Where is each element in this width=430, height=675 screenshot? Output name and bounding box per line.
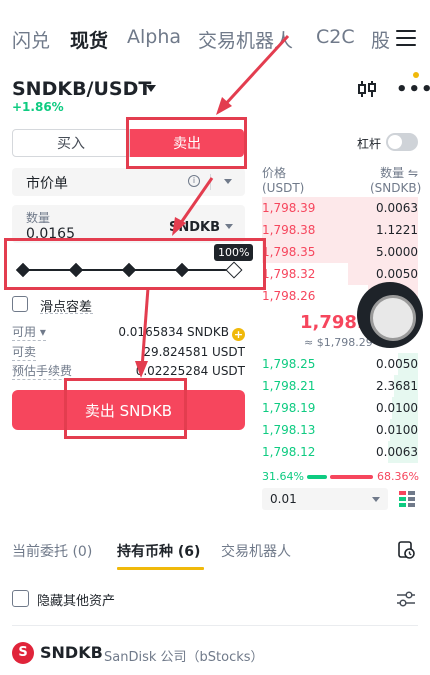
order-type-select[interactable]: 市价单 i — [12, 168, 245, 196]
buy-ratio: 31.64% — [262, 470, 304, 483]
pair-symbol[interactable]: SNDKB/USDT — [12, 78, 151, 100]
order-type-label: 市价单 — [26, 176, 68, 192]
annotation-box-submit — [64, 378, 187, 439]
annotation-box-sell-tab — [126, 117, 247, 169]
hide-other-assets-checkbox[interactable] — [12, 590, 29, 607]
sandisk-logo-icon — [12, 642, 34, 664]
order-history-icon[interactable] — [397, 541, 415, 559]
notification-dot — [413, 72, 419, 78]
bid-row[interactable]: 1,798.19 0.0100 — [262, 397, 418, 419]
sellable-row: 可卖 29.824581 USDT — [12, 345, 245, 363]
leverage-toggle[interactable] — [386, 133, 418, 151]
mid-price-usd: ≈ $1,798.29 — [304, 336, 373, 349]
slippage-checkbox[interactable] — [12, 296, 28, 312]
asset-name: SanDisk 公司（bStocks） — [104, 650, 264, 665]
hide-other-assets-label[interactable]: 隐藏其他资产 — [37, 590, 115, 609]
precision-select[interactable]: 0.01 — [262, 488, 388, 510]
sell-ratio-bar — [330, 475, 373, 479]
mid-price: 1,798. — [300, 312, 364, 333]
bid-row[interactable]: 1,798.25 0.0050 — [262, 353, 418, 375]
fee-value: 0.02225284 USDT — [135, 364, 245, 378]
price-change: +1.86% — [12, 100, 64, 114]
tab-stocks[interactable]: 股 — [371, 26, 390, 53]
sellable-value: 29.824581 USDT — [143, 345, 245, 359]
annotation-box-slider — [4, 238, 266, 290]
slippage-underline — [40, 313, 93, 314]
available-row: 可用 ▾ 0.0165834 SNDKB + — [12, 325, 245, 343]
info-icon[interactable]: i — [188, 175, 200, 187]
candlestick-chart-icon[interactable] — [357, 80, 377, 98]
ask-row[interactable]: 1,798.38 1.1221 — [262, 219, 418, 241]
tab-bots[interactable]: 交易机器人 — [221, 541, 291, 561]
tab-open-orders[interactable]: 当前委托 (0) — [12, 541, 92, 561]
tab-holdings[interactable]: 持有币种 (6) — [117, 541, 200, 561]
quantity-unit[interactable]: SNDKB — [169, 220, 220, 235]
buy-tab-button[interactable]: 买入 — [12, 129, 130, 157]
top-nav: 闪兑 现货 Alpha 交易机器人 C2C 股 — [0, 0, 430, 78]
divider — [210, 174, 211, 190]
chevron-down-icon — [224, 179, 232, 184]
active-tab-indicator — [117, 567, 204, 570]
bid-row[interactable]: 1,798.12 0.0063 — [262, 441, 418, 463]
tab-spot[interactable]: 现货 — [70, 26, 108, 53]
tab-trading-bot[interactable]: 交易机器人 — [198, 26, 293, 53]
fee-label: 预估手续费 — [12, 364, 73, 380]
chevron-down-icon — [372, 497, 380, 502]
plus-coin-icon[interactable]: + — [232, 328, 245, 341]
filter-settings-icon[interactable] — [396, 589, 416, 609]
orderbook-price-header: 价格 (USDT) — [262, 166, 305, 195]
buy-ratio-bar — [307, 475, 327, 479]
tab-c2c[interactable]: C2C — [316, 26, 355, 48]
quantity-label: 数量 — [26, 211, 51, 225]
precision-value: 0.01 — [270, 492, 297, 506]
sellable-label: 可卖 — [12, 345, 37, 361]
asset-symbol[interactable]: SNDKB — [40, 643, 103, 662]
divider — [12, 625, 418, 626]
bid-row[interactable]: 1,798.13 0.0100 — [262, 419, 418, 441]
chevron-down-icon[interactable] — [225, 224, 233, 229]
bid-row[interactable]: 1,798.21 2.3681 — [262, 375, 418, 397]
hamburger-menu-icon[interactable] — [396, 30, 416, 48]
leverage-label: 杠杆 — [357, 137, 382, 151]
tab-swap[interactable]: 闪兑 — [12, 26, 50, 53]
orderbook-qty-header[interactable]: 数量 ⇋ (SNDKB) — [370, 166, 421, 196]
sell-ratio: 68.36% — [377, 470, 419, 483]
tab-alpha[interactable]: Alpha — [127, 26, 181, 48]
available-value: 0.0165834 SNDKB + — [118, 325, 245, 341]
available-label[interactable]: 可用 ▾ — [12, 325, 46, 341]
orderbook-layout-icon[interactable] — [398, 490, 416, 508]
floating-assistant-button[interactable] — [357, 282, 423, 348]
more-icon[interactable]: ••• — [396, 79, 430, 100]
caret-down-icon[interactable] — [146, 85, 156, 92]
ask-row[interactable]: 1,798.39 0.0063 — [262, 197, 418, 219]
ask-row[interactable]: 1,798.35 5.0000 — [262, 241, 418, 263]
